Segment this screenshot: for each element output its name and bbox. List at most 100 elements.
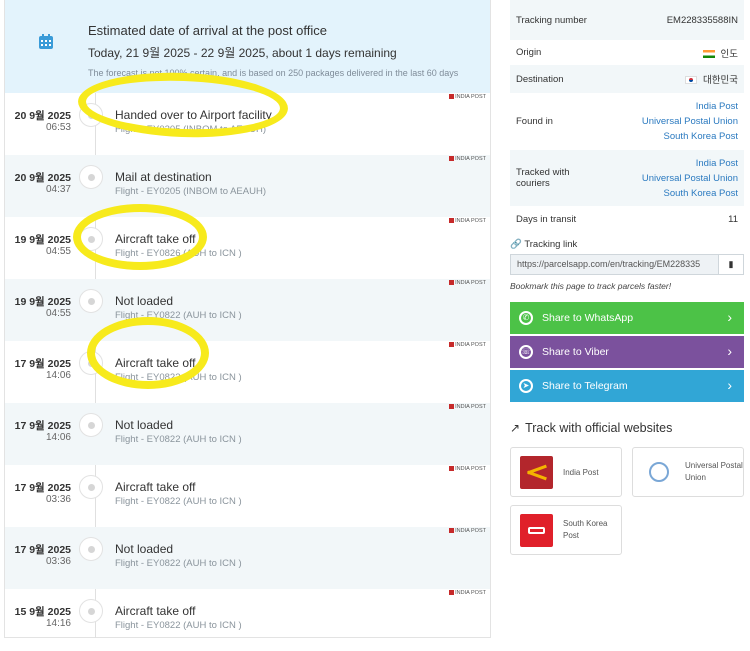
share-whatsapp-button[interactable]: ✆ Share to WhatsApp › (510, 302, 744, 334)
external-link-icon: ↗ (510, 421, 521, 435)
info-row-destination: Destination 대한민국 (510, 65, 744, 93)
upu-logo-icon (642, 456, 675, 489)
origin-label: Origin (516, 47, 542, 58)
destination-value: 대한민국 (703, 75, 738, 86)
timeline-dot-icon (79, 165, 103, 189)
carrier-name: INDIA POST (455, 466, 486, 472)
india-post-mini-icon (449, 466, 455, 472)
telegram-icon: ➤ (519, 379, 533, 393)
tracked-with-label: Tracked with couriers (516, 167, 570, 189)
courier-link-korea-post[interactable]: South Korea Post (606, 186, 738, 201)
event-title: Mail at destination (115, 170, 212, 184)
event-date: 20 9월 2025 (14, 172, 71, 184)
tracking-number-value: EM228335588IN (666, 14, 738, 26)
event-time: 03:36 (45, 556, 71, 567)
carrier-name: INDIA POST (455, 404, 486, 410)
highlight-annotation (87, 317, 209, 389)
india-post-mini-icon (449, 404, 455, 410)
event-row: 20 9월 2025 04:37 Mail at destination Flight… (5, 155, 490, 217)
clipboard-icon[interactable]: ▮ (719, 254, 744, 275)
chevron-right-icon: › (727, 343, 732, 359)
official-card-label: India Post (563, 467, 599, 477)
event-time: 03:36 (45, 494, 71, 505)
carrier-badge: INDIA POST (449, 94, 486, 100)
event-title: Aircraft take off (115, 480, 196, 494)
event-title: Not loaded (115, 542, 174, 556)
carrier-name: INDIA POST (455, 156, 486, 162)
eta-banner: Estimated date of arrival at the post of… (5, 0, 490, 93)
carrier-name: INDIA POST (455, 280, 486, 286)
info-row-days: Days in transit 11 (510, 206, 744, 233)
event-date: 19 9월 2025 (14, 296, 71, 308)
event-time: 14:16 (45, 618, 71, 629)
official-card-india-post[interactable]: India Post (510, 447, 622, 497)
info-table: Tracking number EM228335588IN Origin 인도 … (510, 0, 744, 233)
found-in-label: Found in (516, 116, 553, 127)
found-in-link-korea-post[interactable]: South Korea Post (606, 129, 738, 144)
carrier-badge: INDIA POST (449, 466, 486, 472)
event-detail: Flight - EY0205 (INBOM to AEAUH) (115, 186, 266, 197)
days-value: 11 (728, 214, 738, 225)
event-detail: Flight - EY0822 (AUH to ICN ) (115, 496, 242, 507)
event-row: 17 9월 2025 14:06 Aircraft take off Flight -… (5, 341, 490, 403)
event-detail: Flight - EY0822 (AUH to ICN ) (115, 558, 242, 569)
carrier-badge: INDIA POST (449, 528, 486, 534)
official-heading: ↗ Track with official websites (510, 421, 744, 435)
tracking-link-heading: 🔗 Tracking link (510, 239, 744, 250)
carrier-name: INDIA POST (455, 218, 486, 224)
share-telegram-button[interactable]: ➤ Share to Telegram › (510, 370, 744, 402)
event-time: 04:55 (45, 246, 71, 257)
carrier-badge: INDIA POST (449, 156, 486, 162)
found-in-link-india-post[interactable]: India Post (606, 99, 738, 114)
carrier-badge: INDIA POST (449, 280, 486, 286)
event-time: 14:06 (45, 432, 71, 443)
event-row: 15 9월 2025 14:16 Aircraft take off Flight -… (5, 589, 490, 651)
india-post-mini-icon (449, 342, 455, 348)
korea-flag-icon (685, 76, 698, 85)
carrier-name: INDIA POST (455, 94, 486, 100)
event-time: 04:37 (45, 184, 71, 195)
india-post-mini-icon (449, 280, 455, 286)
carrier-name: INDIA POST (455, 342, 486, 348)
event-title: Not loaded (115, 418, 174, 432)
event-title: Not loaded (115, 294, 174, 308)
carrier-badge: INDIA POST (449, 342, 486, 348)
info-row-tracked-with: Tracked with couriers India Post Univers… (510, 150, 744, 206)
eta-range: Today, 21 9월 2025 - 22 9월 2025, about 1 … (88, 46, 397, 60)
timeline-dot-icon (79, 599, 103, 623)
days-label: Days in transit (516, 214, 577, 225)
viber-icon: ☏ (519, 345, 533, 359)
courier-link-upu[interactable]: Universal Postal Union (606, 171, 738, 186)
timeline-dot-icon (79, 289, 103, 313)
tracking-link-url[interactable]: https://parcelsapp.com/en/tracking/EM228… (510, 254, 719, 275)
courier-link-india-post[interactable]: India Post (606, 156, 738, 171)
destination-label: Destination (516, 73, 564, 85)
india-post-logo-icon (520, 455, 553, 489)
whatsapp-icon: ✆ (519, 311, 533, 325)
tracking-link-label: Tracking link (524, 239, 578, 250)
highlight-annotation (73, 204, 207, 270)
india-post-mini-icon (449, 156, 455, 162)
event-date: 17 9월 2025 (14, 420, 71, 432)
share-viber-button[interactable]: ☏ Share to Viber › (510, 336, 744, 368)
tracking-link-box: https://parcelsapp.com/en/tracking/EM228… (510, 254, 744, 275)
info-row-origin: Origin 인도 (510, 40, 744, 65)
carrier-name: INDIA POST (455, 590, 486, 596)
timeline-dot-icon (79, 537, 103, 561)
event-date: 17 9월 2025 (14, 544, 71, 556)
info-row-found-in: Found in India Post Universal Postal Uni… (510, 93, 744, 150)
event-date: 15 9월 2025 (14, 606, 71, 618)
found-in-link-upu[interactable]: Universal Postal Union (606, 114, 738, 129)
official-card-korea-post[interactable]: South Korea Post (510, 505, 622, 555)
event-title: Aircraft take off (115, 604, 196, 618)
event-time: 04:55 (45, 308, 71, 319)
event-row: 17 9월 2025 03:36 Aircraft take off Flight -… (5, 465, 490, 527)
event-date: 17 9월 2025 (14, 482, 71, 494)
korea-post-logo-icon (520, 513, 553, 547)
official-card-label: Universal Postal Union (685, 461, 743, 482)
official-heading-text: Track with official websites (525, 421, 673, 435)
timeline-dot-icon (79, 413, 103, 437)
origin-value: 인도 (720, 48, 738, 60)
official-card-upu[interactable]: Universal Postal Union (632, 447, 744, 497)
carrier-badge: INDIA POST (449, 404, 486, 410)
